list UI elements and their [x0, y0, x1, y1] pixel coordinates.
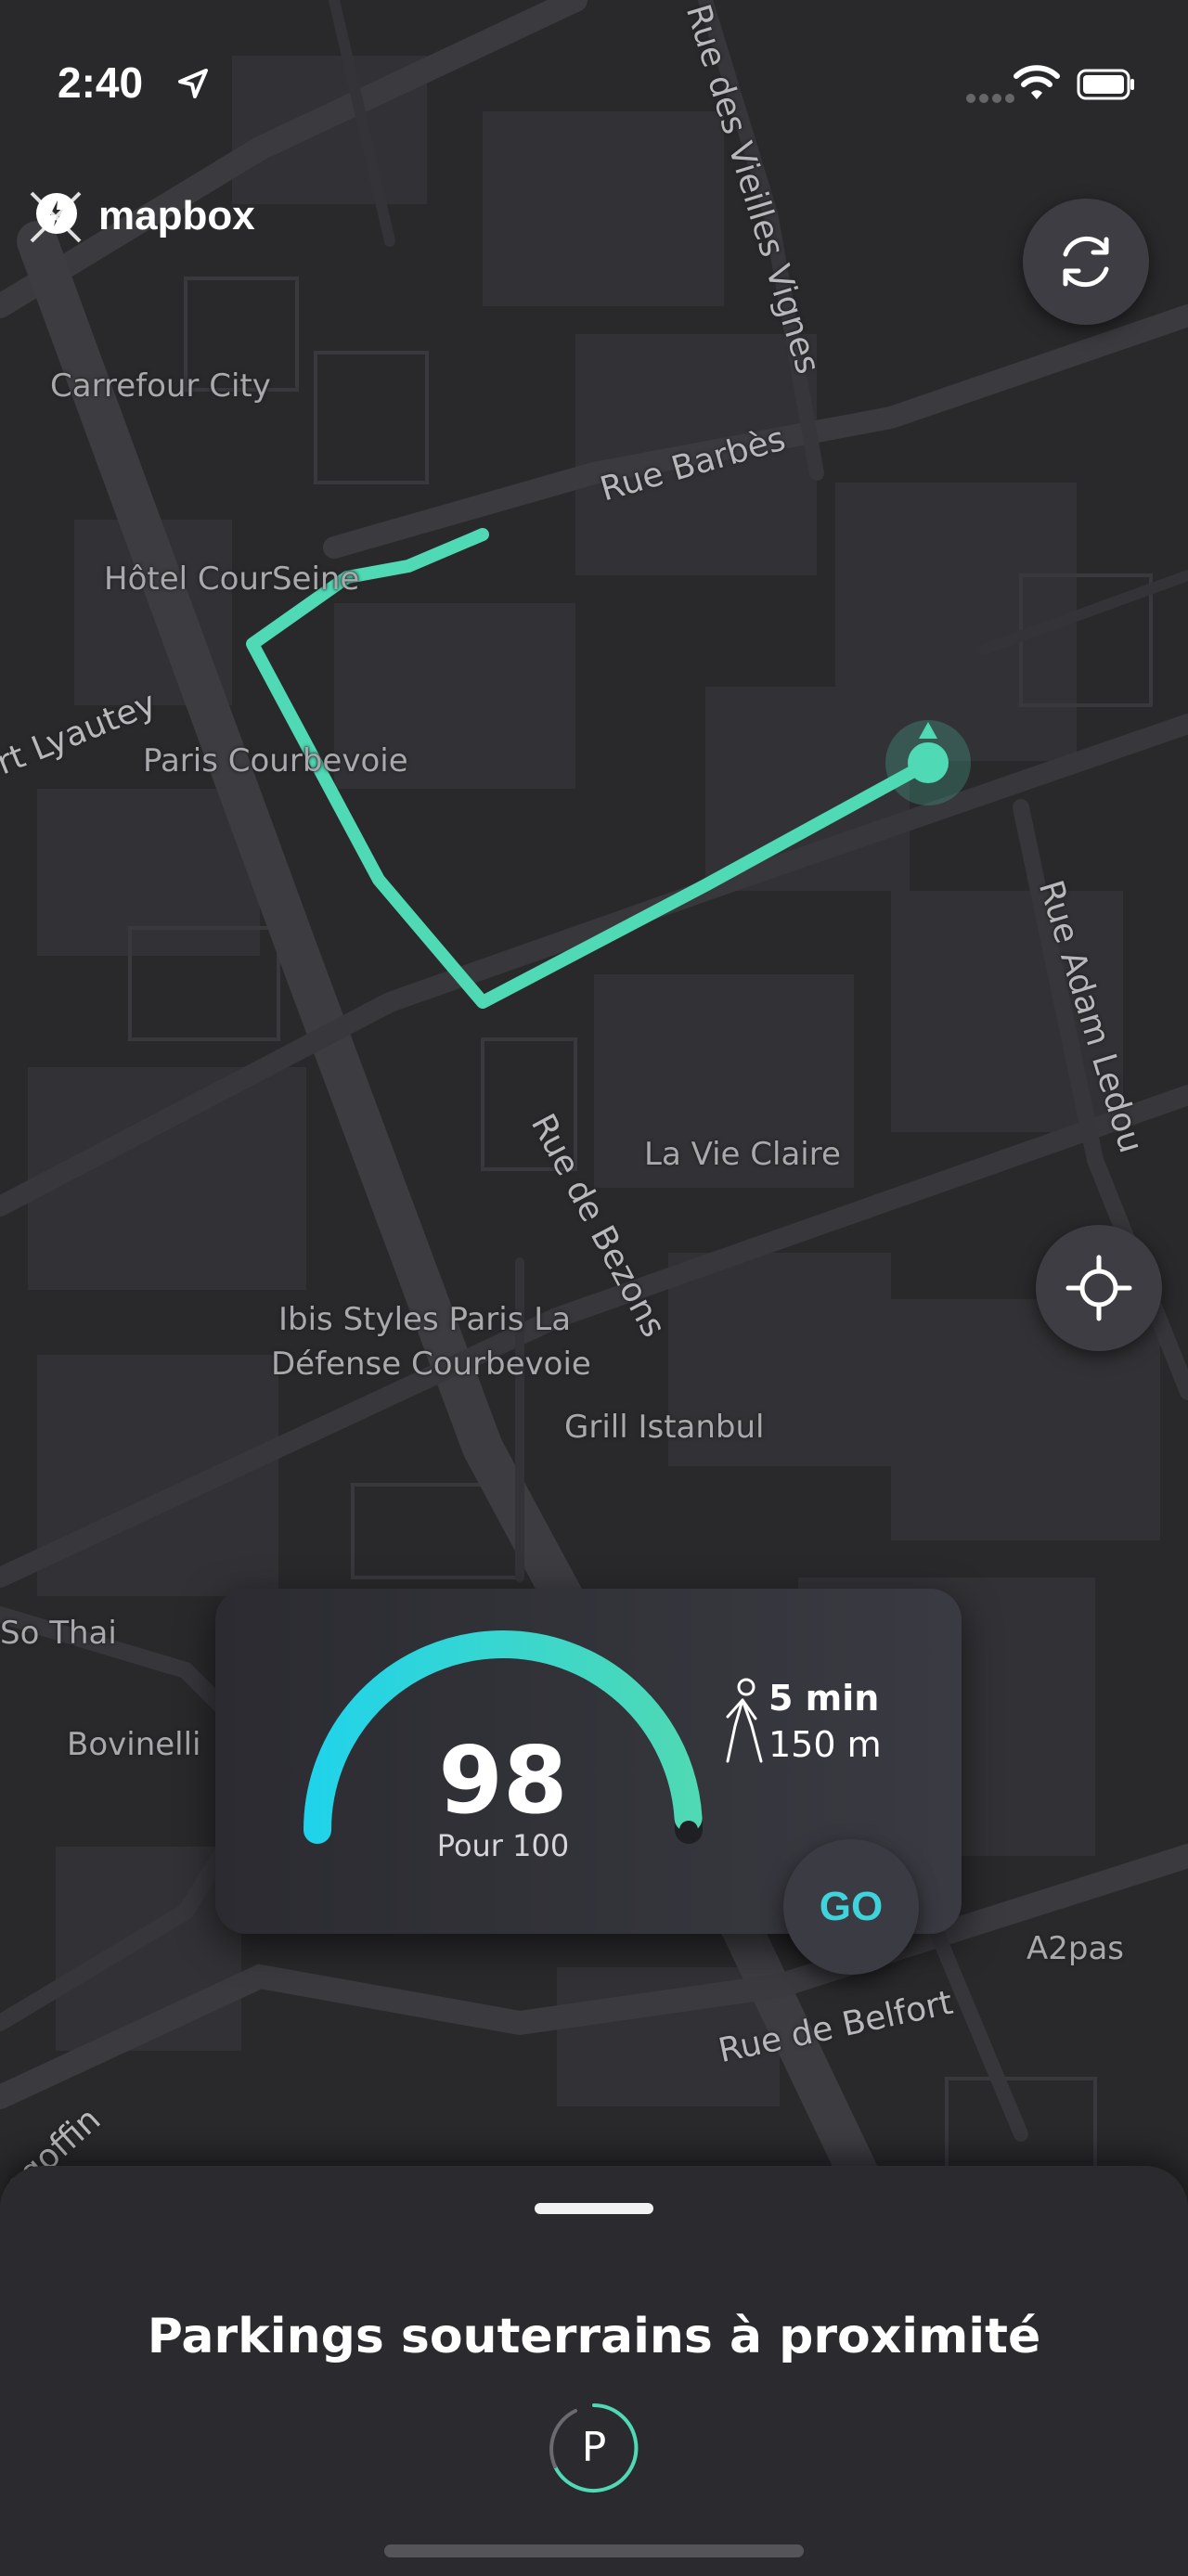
cellular-signal-icon	[966, 94, 1014, 103]
refresh-icon	[1063, 236, 1109, 288]
recenter-button[interactable]	[1036, 1225, 1162, 1351]
parking-icon[interactable]: P	[548, 2402, 640, 2494]
score-value: 98	[438, 1726, 568, 1835]
poi-label: Bovinelli	[67, 1726, 201, 1763]
wifi-icon	[1014, 65, 1060, 99]
go-button[interactable]: GO	[783, 1839, 919, 1975]
walking-person-icon	[726, 1678, 763, 1763]
battery-icon	[1077, 69, 1134, 100]
location-arrow-icon	[178, 69, 208, 98]
walk-time: 5 min	[768, 1678, 880, 1719]
mapbox-logo-icon	[30, 191, 82, 243]
poi-label: La Vie Claire	[644, 1136, 841, 1173]
poi-label: Hôtel CourSeine	[104, 560, 360, 598]
user-location-marker	[885, 720, 971, 805]
mapbox-logo-text: mapbox	[98, 193, 255, 238]
poi-label: Défense Courbevoie	[271, 1346, 591, 1383]
poi-label: Paris Courbevoie	[143, 742, 408, 779]
sheet-drag-handle[interactable]	[535, 2203, 653, 2214]
poi-label: A2pas	[1027, 1930, 1125, 1967]
status-bar: 2:40	[0, 0, 1188, 176]
home-indicator	[384, 2544, 804, 2557]
parking-icon-label: P	[582, 2424, 607, 2471]
mapbox-logo[interactable]: mapbox	[24, 184, 255, 249]
score-caption: Pour 100	[436, 1828, 570, 1863]
walk-distance: 150 m	[768, 1724, 882, 1765]
sheet-title: Parkings souterrains à proximité	[147, 2309, 1041, 2364]
crosshair-icon	[1065, 1255, 1132, 1321]
poi-label: So Thai	[0, 1615, 117, 1652]
poi-label: Grill Istanbul	[564, 1409, 765, 1446]
poi-label: Carrefour City	[50, 367, 271, 405]
status-time: 2:40	[58, 58, 144, 107]
refresh-button[interactable]	[1023, 199, 1149, 325]
parking-score-card[interactable]: 98 Pour 100 5 min 150 m GO	[215, 1589, 962, 1975]
poi-label: Ibis Styles Paris La	[278, 1301, 572, 1338]
bottom-sheet[interactable]: Parkings souterrains à proximité P	[0, 2166, 1188, 2576]
